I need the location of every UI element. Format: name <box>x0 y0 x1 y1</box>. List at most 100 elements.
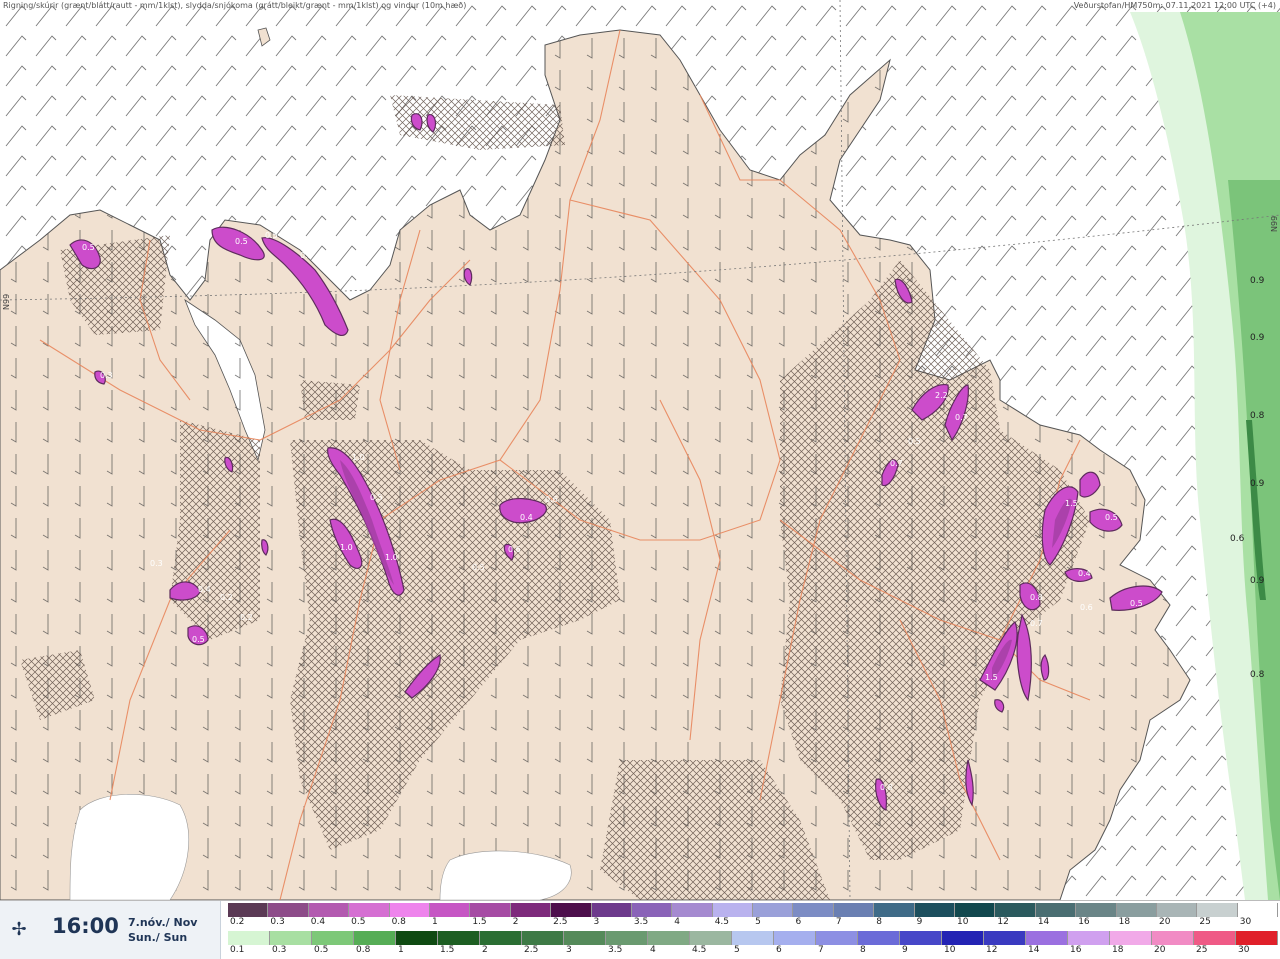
scale-label: 3.5 <box>608 945 623 955</box>
scale-label: 9 <box>902 945 908 955</box>
map-caption: Rigning/skúrir (grænt/blátt/rautt - mm/1… <box>3 1 467 10</box>
snow-value: 0.6 <box>545 495 558 504</box>
scale-label: 1.5 <box>440 945 455 955</box>
scale-swatch <box>1068 931 1110 945</box>
snow-value: 0.5 <box>472 563 485 572</box>
snow-value: 1.5 <box>1065 499 1078 508</box>
scale-swatch <box>631 903 673 917</box>
scale-swatch <box>914 903 956 917</box>
scale-label: 30 <box>1238 945 1250 955</box>
forecast-time: 16:00 <box>52 914 119 938</box>
scale-label: 3.5 <box>633 917 649 927</box>
scale-swatch <box>470 903 511 917</box>
forecast-date: 7.nóv./ Nov <box>128 916 198 929</box>
scale-swatch <box>429 903 471 917</box>
snow-value: 0.7 <box>890 459 903 468</box>
snow-value: 0.5 <box>908 437 921 446</box>
scale-swatch <box>389 903 430 917</box>
scale-swatch <box>1035 903 1077 917</box>
scale-swatch <box>816 931 858 945</box>
scale-swatch <box>1026 931 1068 945</box>
scale-label: 3 <box>566 945 572 955</box>
scale-swatch <box>270 931 312 945</box>
scale-swatch <box>551 903 592 917</box>
scale-label: 0.5 <box>314 945 329 955</box>
scale-label: 6 <box>795 917 802 927</box>
scale-label: 1 <box>431 917 438 927</box>
scale-label: 1.5 <box>472 917 487 927</box>
rain-value: 0.9 <box>1250 576 1265 586</box>
scale-swatch <box>591 903 632 917</box>
snow-value: 1.5 <box>985 673 998 682</box>
time-panel: ✢ 16:00 7.nóv./ Nov Sun./ Sun <box>0 901 221 959</box>
scale-label: 12 <box>997 917 1009 927</box>
snow-value: 1.0 <box>352 453 365 462</box>
scale-swatch <box>1194 931 1236 945</box>
scale-swatch <box>793 903 834 917</box>
snow-value: 0.8 <box>880 783 893 792</box>
scale-swatch <box>1197 903 1238 917</box>
scale-swatch <box>438 931 480 945</box>
scale-swatch <box>753 903 794 917</box>
scale-label: 10 <box>944 945 956 955</box>
model-run-info: Veðurstofan/HM750m: 07.11.2021 12:00 UTC… <box>1073 1 1276 10</box>
scale-label: 25 <box>1199 917 1211 927</box>
scale-label: 18 <box>1112 945 1124 955</box>
scale-swatch <box>900 931 942 945</box>
scale-label: 4.5 <box>692 945 707 955</box>
scale-label: 5 <box>755 917 761 927</box>
grid-label-right: N99 <box>1270 215 1279 232</box>
scale-swatch <box>995 903 1036 917</box>
scale-label: 8 <box>876 917 882 927</box>
snow-scale-labels: 0.2 0.3 0.4 0.5 0.8 1 1.5 2 2.5 3 3.5 4 4.5 5 6 7 8 9 10 12… <box>228 917 1278 929</box>
grid-label-left: N99 <box>2 293 11 310</box>
rain-scale-labels: 0.1 0.3 0.5 0.8 1 1.5 2 2.5 3 3.5 4 4.5 5 6 7 8 9 10 12 14 1… <box>228 945 1278 957</box>
scale-label: 10 <box>957 917 969 927</box>
snow-value: 0.4 <box>198 585 211 594</box>
snow-value: 0.5 <box>235 237 248 246</box>
rain-value: 0.9 <box>1250 479 1265 489</box>
legend-bar: ✢ 16:00 7.nóv./ Nov Sun./ Sun 0.2 0.3 0.4 0… <box>0 900 1280 959</box>
snow-value: 0.3 <box>100 371 113 380</box>
scale-swatch <box>1110 931 1152 945</box>
glacier <box>439 850 572 901</box>
scale-label: 7 <box>818 945 824 955</box>
weather-map: 0.5 0.5 0.5 0.5 0.3 0.4 0.2 0.5 0.2 1.0 0.5 1.0 1.0 0… <box>0 0 1280 901</box>
scale-label: 0.1 <box>230 945 245 955</box>
scale-swatch <box>672 903 713 917</box>
scale-label: 3 <box>593 917 600 927</box>
scale-label: 25 <box>1196 945 1208 955</box>
snow-value: 0.5 <box>1105 513 1118 522</box>
scale-swatch <box>774 931 816 945</box>
snow-value: 0.7 <box>1030 619 1043 628</box>
snow-value: 0.5 <box>370 493 383 502</box>
scale-swatch <box>1152 931 1194 945</box>
scale-swatch <box>1236 931 1278 945</box>
scale-label: 0.4 <box>310 917 326 927</box>
scale-swatch <box>858 931 900 945</box>
scale-swatch <box>1237 903 1279 917</box>
scale-label: 0.3 <box>270 917 285 927</box>
scale-label: 16 <box>1070 945 1082 955</box>
scale-swatch <box>228 931 270 945</box>
snow-value: 0.2 <box>220 593 233 602</box>
scale-label: 20 <box>1158 917 1171 927</box>
scale-label: 4 <box>674 917 681 927</box>
scale-label: 0.5 <box>351 917 366 927</box>
rain-value: 0.8 <box>1250 411 1265 421</box>
scale-swatch <box>308 903 350 917</box>
scale-swatch <box>648 931 690 945</box>
scale-label: 0.3 <box>272 945 287 955</box>
rain-value: 0.9 <box>1250 276 1265 286</box>
scale-swatch <box>955 903 996 917</box>
scale-label: 12 <box>986 945 998 955</box>
scale-swatch <box>522 931 564 945</box>
scale-swatch <box>712 903 754 917</box>
snow-value: 0.5 <box>1130 599 1143 608</box>
scale-label: 7 <box>835 917 842 927</box>
snow-value: 0.5 <box>82 243 95 252</box>
scale-label: 0.8 <box>356 945 371 955</box>
rain-value: 0.8 <box>1250 670 1265 680</box>
scale-swatch <box>564 931 606 945</box>
scale-label: 4 <box>650 945 656 955</box>
